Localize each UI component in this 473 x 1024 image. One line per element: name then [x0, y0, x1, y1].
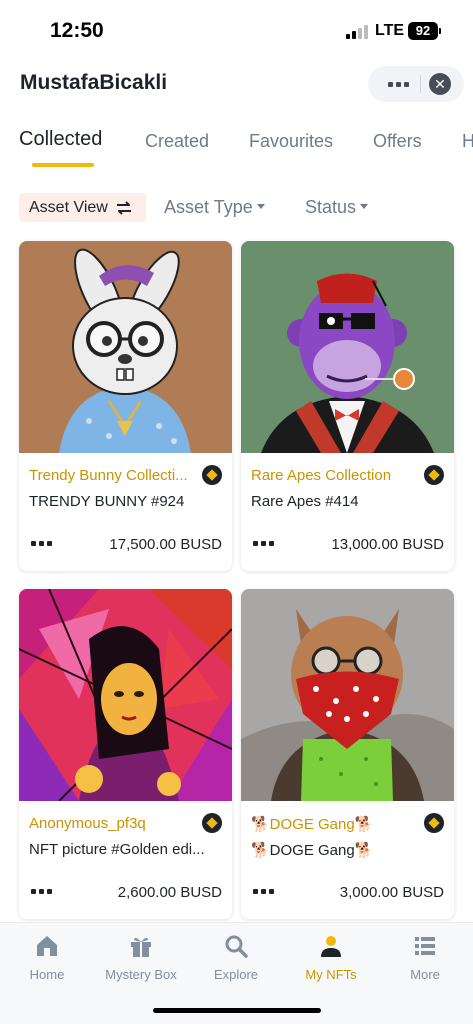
nav-my-nfts[interactable]: My NFTs — [284, 933, 378, 982]
tab-partial[interactable]: H — [462, 131, 473, 152]
home-indicator — [153, 1008, 321, 1013]
nav-label: Explore — [213, 967, 259, 982]
nft-card[interactable]: Anonymous_pf3q NFT picture #Golden edi..… — [19, 589, 232, 919]
nft-card[interactable]: 🐕DOGE Gang🐕 🐕DOGE Gang🐕 3,000.00 BUSD — [241, 589, 454, 919]
gift-box-icon — [131, 937, 151, 957]
binance-chain-icon — [424, 465, 444, 485]
status-time: 12:50 — [50, 19, 104, 42]
collection-name[interactable]: 🐕DOGE Gang🐕 — [251, 815, 421, 833]
nft-name: 🐕DOGE Gang🐕 — [251, 842, 374, 859]
nft-price: 2,600.00 BUSD — [117, 884, 222, 901]
active-tab-indicator — [32, 163, 94, 167]
status-label: Status — [305, 197, 357, 217]
header-actions: ✕ — [368, 66, 464, 102]
status-dropdown[interactable]: Status — [305, 197, 369, 218]
tab-favourites[interactable]: Favourites — [249, 131, 333, 152]
nav-label: Home — [29, 967, 65, 982]
more-options-icon[interactable] — [31, 541, 52, 546]
divider — [420, 75, 421, 93]
binance-chain-icon — [202, 465, 222, 485]
nav-home[interactable]: Home — [0, 933, 94, 982]
more-options-icon[interactable] — [31, 889, 52, 894]
nav-explore[interactable]: Explore — [189, 933, 283, 982]
asset-type-label: Asset Type — [164, 197, 253, 217]
asset-type-dropdown[interactable]: Asset Type — [164, 197, 265, 218]
binance-chain-icon — [424, 813, 444, 833]
nft-price: 13,000.00 BUSD — [331, 536, 444, 553]
battery-icon: 92 — [408, 22, 438, 40]
ellipsis-icon[interactable] — [380, 66, 416, 102]
bunny-nft-image — [19, 241, 232, 453]
nav-mystery-box[interactable]: Mystery Box — [94, 933, 188, 982]
nav-more[interactable]: More — [378, 933, 472, 982]
nft-name: TRENDY BUNNY #924 — [29, 493, 185, 510]
more-options-icon[interactable] — [253, 889, 274, 894]
nav-label: Mystery Box — [105, 967, 177, 982]
battery-tip — [439, 28, 441, 34]
nft-price: 17,500.00 BUSD — [109, 536, 222, 553]
caret-down-icon — [360, 204, 369, 210]
close-icon[interactable]: ✕ — [429, 73, 451, 95]
binance-chain-icon — [202, 813, 222, 833]
status-bar: 12:50 LTE 92 — [0, 0, 473, 60]
ape-nft-image — [241, 241, 454, 453]
home-icon — [37, 936, 57, 956]
nav-label: More — [410, 967, 440, 982]
network-type: LTE — [375, 22, 405, 39]
tab-collected[interactable]: Collected — [19, 128, 102, 151]
portrait-nft-image — [19, 589, 232, 801]
menu-list-icon — [415, 937, 435, 955]
tab-created[interactable]: Created — [145, 131, 209, 152]
page-title: MustafaBicakli — [20, 71, 168, 94]
nft-price: 3,000.00 BUSD — [339, 884, 444, 901]
nav-label: My NFTs — [305, 967, 357, 982]
tab-offers[interactable]: Offers — [373, 131, 422, 152]
asset-view-label: Asset View — [29, 198, 108, 216]
signal-icon — [346, 25, 368, 39]
collection-name[interactable]: Rare Apes Collection — [251, 467, 421, 484]
nft-card[interactable]: Rare Apes Collection Rare Apes #414 13,0… — [241, 241, 454, 571]
nft-card[interactable]: Trendy Bunny Collecti... TRENDY BUNNY #9… — [19, 241, 232, 571]
more-options-icon[interactable] — [253, 541, 274, 546]
nft-name: Rare Apes #414 — [251, 493, 359, 510]
asset-view-toggle[interactable]: Asset View — [19, 193, 146, 222]
swap-arrows-icon — [116, 200, 131, 215]
search-icon — [225, 935, 248, 958]
collection-name[interactable]: Anonymous_pf3q — [29, 815, 199, 832]
caret-down-icon — [256, 204, 265, 210]
doge-nft-image — [241, 589, 454, 801]
nft-name: NFT picture #Golden edi... — [29, 841, 205, 858]
collection-name[interactable]: Trendy Bunny Collecti... — [29, 467, 199, 484]
user-icon — [321, 936, 341, 957]
